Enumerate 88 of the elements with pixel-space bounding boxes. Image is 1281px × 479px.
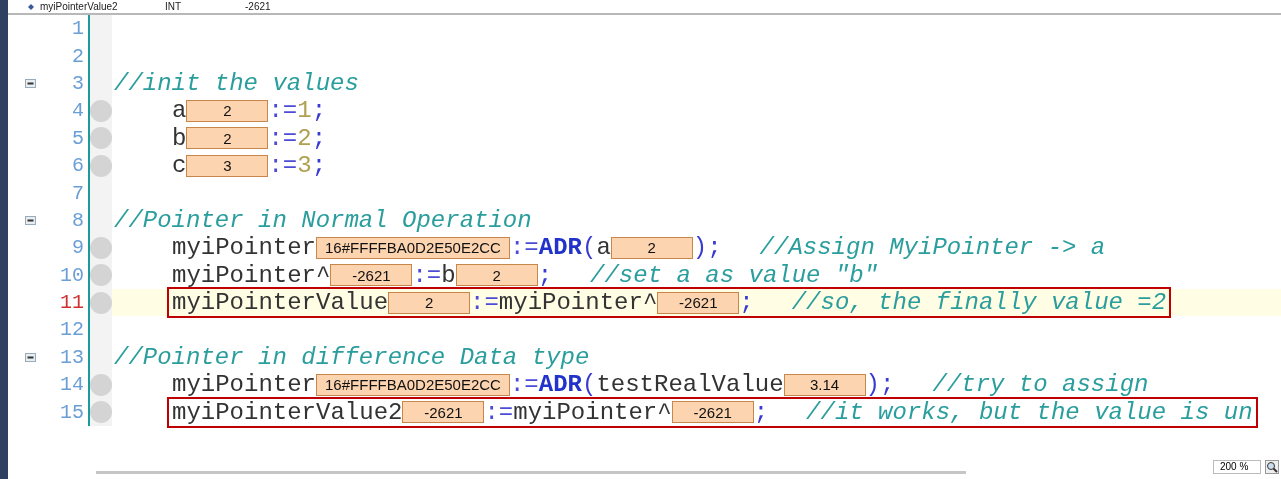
line-number: 6 [71, 154, 85, 178]
line-number: 3 [71, 71, 85, 95]
monitor-value[interactable]: -2621 [657, 291, 740, 314]
assignment-operator: := [509, 234, 539, 262]
breakpoint-gutter[interactable] [88, 316, 112, 344]
variable-value: -2621 [245, 1, 271, 12]
breakpoint-gutter[interactable] [88, 179, 112, 207]
code-identifier: myiPointer [172, 234, 317, 262]
code-comment: //Assign MyiPointer -> a [759, 234, 1106, 262]
code-identifier: myiPointerValue [172, 289, 389, 317]
code-punctuation: ); [865, 371, 895, 399]
line-number: 10 [59, 263, 85, 287]
collapse-icon[interactable] [24, 215, 36, 225]
code-comment: //try to assign [932, 371, 1149, 399]
line-number: 7 [71, 181, 85, 205]
monitor-value[interactable]: -2621 [671, 401, 754, 424]
code-punctuation: ; [311, 124, 327, 152]
code-punctuation: ; [537, 261, 553, 289]
code-comment: //init the values [114, 69, 359, 97]
code-punctuation: ( [581, 234, 597, 262]
code-identifier: myiPointer^ [498, 289, 658, 317]
zoom-field[interactable]: 200 % [1213, 460, 1261, 474]
code-punctuation: ); [692, 234, 722, 262]
number-literal: 3 [297, 152, 312, 180]
monitor-value[interactable]: 2 [610, 236, 693, 259]
code-identifier: myiPointer [172, 371, 317, 399]
monitor-value[interactable]: 16#FFFFBA0D2E50E2CC [316, 236, 510, 259]
variable-icon [28, 3, 34, 10]
code-punctuation: ; [311, 97, 327, 125]
monitor-value[interactable]: 2 [455, 264, 538, 287]
monitor-value[interactable]: 2 [186, 127, 269, 150]
code-punctuation: ( [581, 371, 597, 399]
breakpoint-gutter[interactable] [88, 69, 112, 98]
assignment-operator: := [268, 124, 298, 152]
line-number: 14 [59, 373, 85, 397]
code-comment: //Pointer in difference Data type [114, 343, 590, 371]
line-number: 12 [59, 318, 85, 342]
assignment-operator: := [509, 371, 539, 399]
line-number: 5 [71, 126, 85, 150]
line-number: 4 [71, 99, 85, 123]
code-identifier: myiPointer^ [172, 261, 331, 289]
monitor-value[interactable]: 3.14 [783, 373, 866, 396]
collapse-icon[interactable] [24, 352, 36, 362]
code-identifier: b [172, 124, 187, 152]
monitor-value[interactable]: 16#FFFFBA0D2E50E2CC [316, 373, 510, 396]
line-number: 15 [59, 400, 85, 424]
code-comment: //Pointer in Normal Operation [114, 206, 532, 234]
monitor-value[interactable]: -2621 [330, 264, 413, 287]
code-punctuation: ; [311, 152, 327, 180]
assignment-operator: := [268, 152, 298, 180]
line-number: 11 [59, 291, 85, 315]
code-identifier: myiPointerValue2 [172, 398, 403, 426]
number-literal: 2 [297, 124, 312, 152]
line-number: 9 [71, 236, 85, 260]
assignment-operator: := [268, 97, 298, 125]
line-number: 2 [71, 44, 85, 68]
breakpoint-gutter[interactable] [88, 343, 112, 372]
horizontal-scrollbar[interactable] [96, 471, 966, 474]
code-identifier: c [172, 152, 187, 180]
code-comment: //so, the finally value =2 [791, 289, 1167, 317]
monitor-value[interactable]: 3 [186, 154, 269, 177]
code-comment: //set a as value "b" [590, 261, 879, 289]
code-identifier: a [172, 97, 187, 125]
assignment-operator: := [470, 289, 499, 317]
code-identifier: testRealValue [596, 371, 784, 399]
code-keyword: ADR [538, 234, 582, 262]
line-number: 13 [59, 345, 85, 369]
collapse-icon[interactable] [24, 78, 36, 88]
code-keyword: ADR [538, 371, 582, 399]
code-identifier: b [441, 261, 456, 289]
line-number: 8 [71, 208, 85, 232]
breakpoint-gutter[interactable] [88, 206, 112, 235]
breakpoint-gutter[interactable] [88, 15, 112, 43]
assignment-operator: := [484, 398, 514, 426]
code-identifier: a [596, 234, 611, 262]
code-identifier: myiPointer^ [513, 398, 672, 426]
assignment-operator: := [412, 261, 442, 289]
code-punctuation: ; [739, 289, 754, 317]
monitor-value[interactable]: 2 [186, 99, 269, 122]
variable-name: myiPointerValue2 [40, 1, 119, 12]
code-punctuation: ; [753, 398, 769, 426]
code-comment: //it works, but the value is un [806, 398, 1253, 426]
number-literal: 1 [297, 97, 312, 125]
line-number: 1 [71, 17, 85, 41]
magnifier-icon[interactable] [1265, 460, 1279, 474]
monitor-value[interactable]: 2 [388, 291, 471, 314]
variable-type: INT [165, 1, 183, 12]
monitor-value[interactable]: -2621 [402, 401, 485, 424]
